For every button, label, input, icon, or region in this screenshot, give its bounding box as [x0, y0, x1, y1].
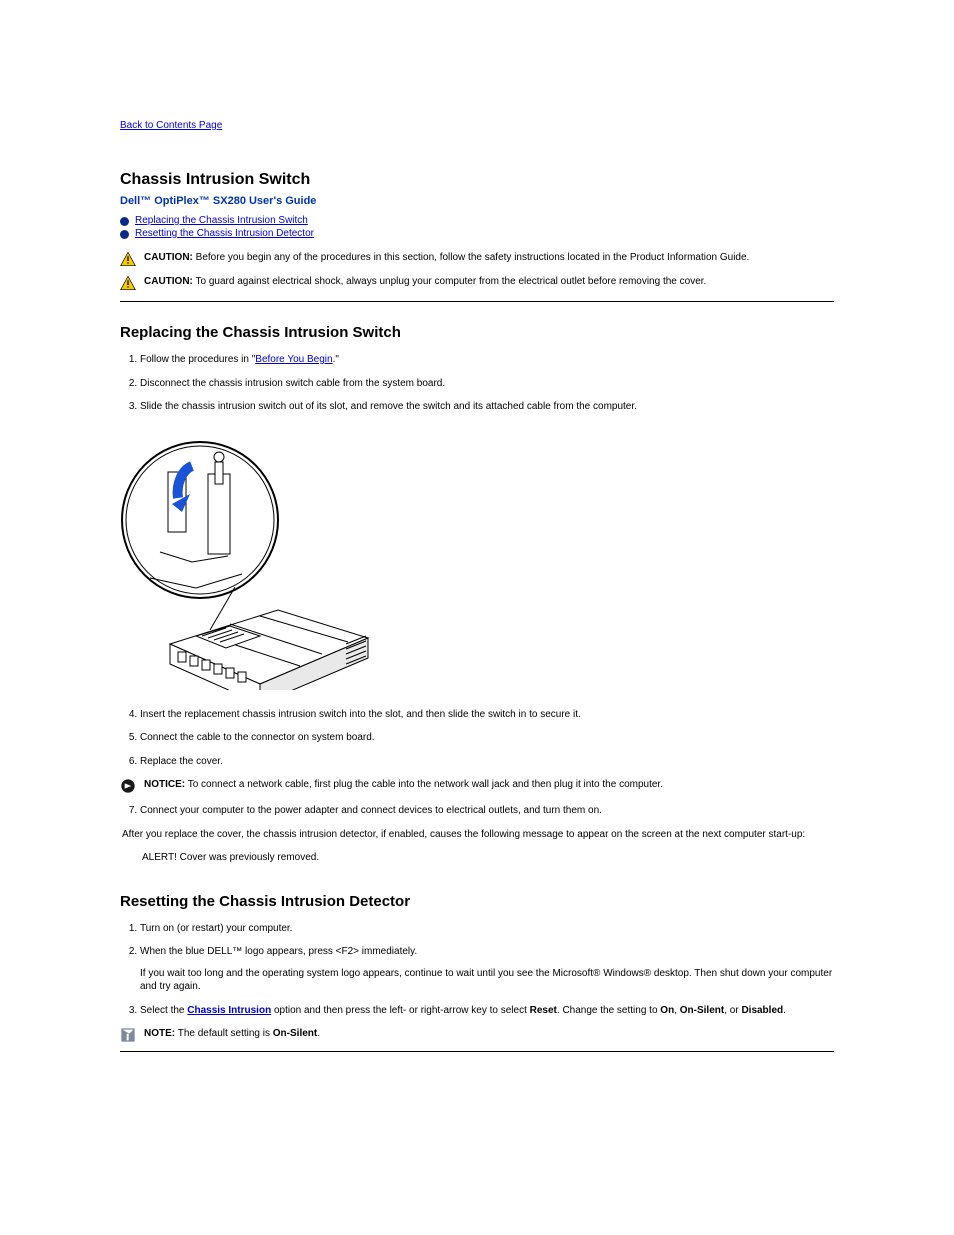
divider [120, 301, 834, 302]
sep: , or [724, 1005, 741, 1016]
toc-item-replace: Replacing the Chassis Intrusion Switch [120, 215, 834, 226]
step: Disconnect the chassis intrusion switch … [140, 377, 834, 391]
step-text: Select the [140, 1005, 187, 1016]
chassis-intrusion-option-link[interactable]: Chassis Intrusion [187, 1005, 271, 1016]
before-you-begin-link[interactable]: Before You Begin [255, 354, 332, 365]
note-default: On-Silent [273, 1028, 317, 1039]
caution-label: CAUTION: [144, 276, 193, 287]
step-text-suffix: ." [333, 354, 339, 365]
step: Insert the replacement chassis intrusion… [140, 708, 834, 722]
step-text: option and then press the left- or right… [271, 1005, 529, 1016]
step: Follow the procedures in "Before You Beg… [140, 353, 834, 367]
option-on: On [660, 1005, 674, 1016]
toc-link-reset[interactable]: Resetting the Chassis Intrusion Detector [135, 228, 314, 239]
step: Slide the chassis intrusion switch out o… [140, 400, 834, 414]
step: Connect the cable to the connector on sy… [140, 731, 834, 745]
note-text: The default setting is [178, 1028, 273, 1039]
toc-item-reset: Resetting the Chassis Intrusion Detector [120, 228, 834, 239]
step-text: If you wait too long and the operating s… [140, 968, 832, 993]
caution-icon [120, 251, 136, 267]
bullet-icon [120, 217, 129, 226]
toc-link-replace[interactable]: Replacing the Chassis Intrusion Switch [135, 215, 308, 226]
notice-text: To connect a network cable, first plug t… [188, 779, 663, 790]
note-1: NOTE: The default setting is On-Silent. [120, 1027, 834, 1043]
step: Select the Chassis Intrusion option and … [140, 1004, 834, 1018]
option-on-silent: On-Silent [680, 1005, 724, 1016]
note-suffix: . [317, 1028, 320, 1039]
caution-icon [120, 275, 136, 291]
note-icon [120, 1027, 136, 1043]
caution-1: CAUTION: Before you begin any of the pro… [120, 251, 834, 267]
notice-1: NOTICE: To connect a network cable, firs… [120, 778, 834, 794]
divider [120, 1051, 834, 1052]
step: Turn on (or restart) your computer. [140, 922, 834, 936]
caution-2: CAUTION: To guard against electrical sho… [120, 275, 834, 291]
option-reset: Reset [530, 1005, 557, 1016]
option-disabled: Disabled [741, 1005, 783, 1016]
step: Replace the cover. [140, 755, 834, 769]
heading-reset: Resetting the Chassis Intrusion Detector [120, 893, 834, 910]
heading-replace: Replacing the Chassis Intrusion Switch [120, 324, 834, 341]
chassis-intrusion-switch-illustration [120, 432, 370, 690]
dot: . [783, 1005, 786, 1016]
step: When the blue DELL™ logo appears, press … [140, 945, 834, 994]
back-to-contents-link[interactable]: Back to Contents Page [120, 120, 222, 131]
caution-text: Before you begin any of the procedures i… [196, 252, 750, 263]
step-text: . Change the setting to [557, 1005, 660, 1016]
step-text: When the blue DELL™ logo appears, press … [140, 946, 417, 957]
step: Connect your computer to the power adapt… [140, 804, 834, 818]
caution-label: CAUTION: [144, 252, 193, 263]
caution-text: To guard against electrical shock, alway… [196, 276, 707, 287]
page-title: Chassis Intrusion Switch [120, 171, 834, 189]
bullet-icon [120, 230, 129, 239]
notice-label: NOTICE: [144, 779, 185, 790]
after-cover-text: After you replace the cover, the chassis… [120, 828, 834, 842]
step-text: Follow the procedures in " [140, 354, 255, 365]
guide-subtitle: Dell™ OptiPlex™ SX280 User's Guide [120, 195, 834, 207]
alert-message: ALERT! Cover was previously removed. [140, 851, 834, 865]
notice-icon [120, 778, 136, 794]
note-label: NOTE: [144, 1028, 175, 1039]
